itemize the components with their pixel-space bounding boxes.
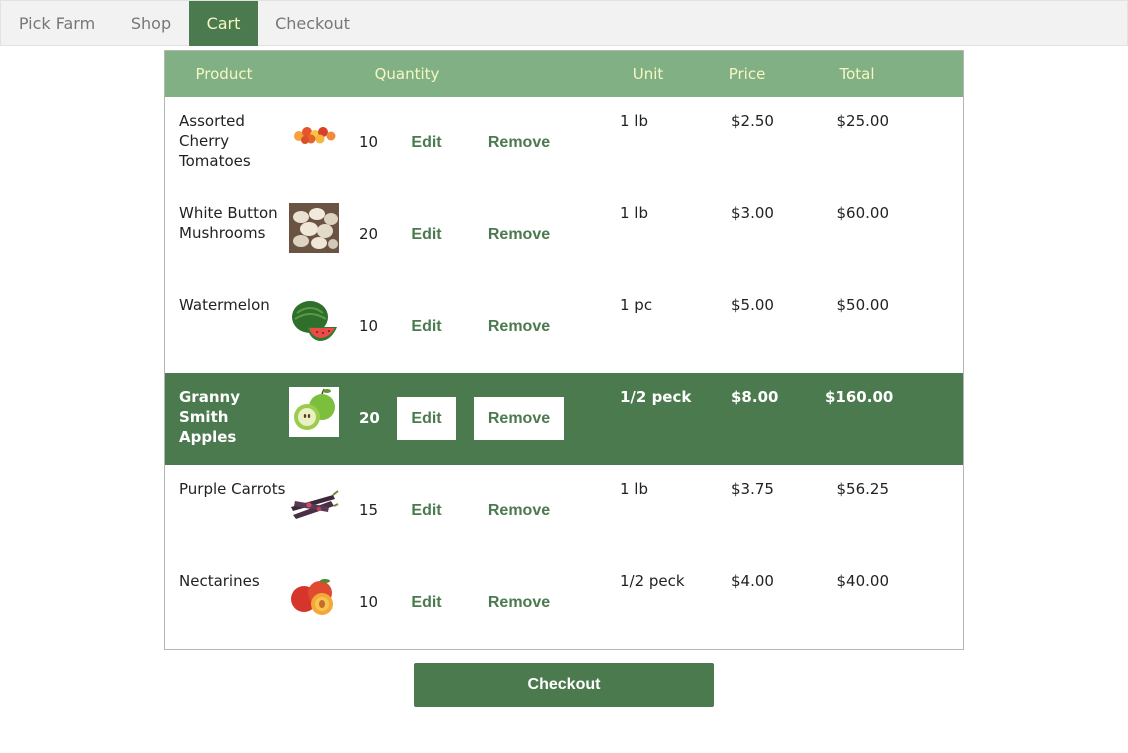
quantity-value: 20 [359,225,379,243]
table-row[interactable]: White Button Mushrooms 20 Edit Remove 1 … [165,189,963,281]
quantity-value: 10 [359,133,379,151]
total-value: $160.00 [825,388,894,406]
edit-button[interactable]: Edit [397,121,456,164]
unit-value: 1 pc [620,296,653,314]
unit-value: 1 lb [620,204,649,222]
table-row-selected[interactable]: Granny Smith Apples 20 Edit Remove 1/2 p… [165,373,963,465]
nav-shop[interactable]: Shop [113,1,189,46]
remove-button[interactable]: Remove [474,489,564,532]
quantity-value: 20 [359,409,380,427]
quantity-value: 10 [359,593,379,611]
edit-button[interactable]: Edit [397,305,456,348]
edit-button[interactable]: Edit [397,581,456,624]
total-value: $60.00 [836,204,890,222]
unit-value: 1 lb [620,112,649,130]
remove-button[interactable]: Remove [474,121,564,164]
header-price: Price [728,65,766,83]
table-row[interactable]: Purple Carrots 15 Edit Remove 1 lb $3.75… [165,465,963,557]
edit-button[interactable]: Edit [397,397,456,440]
price-value: $5.00 [731,296,774,314]
cherry-tomatoes-image [289,111,339,161]
total-value: $40.00 [836,572,890,590]
green-apples-image [289,387,339,437]
price-value: $2.50 [731,112,774,130]
remove-button[interactable]: Remove [474,213,564,256]
mushrooms-image [289,203,339,253]
product-name: Watermelon [179,296,270,314]
price-value: $8.00 [731,388,779,406]
header-unit: Unit [632,65,664,83]
unit-value: 1/2 peck [620,572,685,590]
nectarines-image [289,571,339,621]
checkout-button[interactable]: Checkout [414,663,714,707]
unit-value: 1/2 peck [620,388,692,406]
header-total: Total [839,65,875,83]
nav-cart[interactable]: Cart [189,1,258,46]
product-name: Assorted Cherry Tomatoes [179,112,251,170]
quantity-value: 10 [359,317,379,335]
remove-button[interactable]: Remove [474,305,564,348]
price-value: $3.00 [731,204,774,222]
cart-table: Product Quantity Unit Price Total Assort… [164,50,964,650]
edit-button[interactable]: Edit [397,489,456,532]
table-header: Product Quantity Unit Price Total [165,51,963,97]
product-name: Purple Carrots [179,480,286,498]
nav-checkout[interactable]: Checkout [258,1,367,46]
price-value: $4.00 [731,572,774,590]
top-nav: Pick Farm Shop Cart Checkout [0,0,1128,46]
table-row[interactable]: Watermelon 10 Edit Remove 1 pc $5.00 $50… [165,281,963,373]
price-value: $3.75 [731,480,774,498]
total-value: $25.00 [836,112,890,130]
watermelon-image [289,295,339,345]
product-name: Nectarines [179,572,260,590]
remove-button[interactable]: Remove [474,581,564,624]
table-row[interactable]: Assorted Cherry Tomatoes 10 Edit Remove … [165,97,963,189]
header-product: Product [195,65,253,83]
unit-value: 1 lb [620,480,649,498]
total-value: $50.00 [836,296,890,314]
edit-button[interactable]: Edit [397,213,456,256]
total-value: $56.25 [836,480,890,498]
nav-pick-farm[interactable]: Pick Farm [1,1,113,46]
purple-carrots-image [289,479,339,529]
quantity-value: 15 [359,501,379,519]
remove-button[interactable]: Remove [474,397,564,440]
header-quantity: Quantity [374,65,440,83]
product-name: White Button Mushrooms [179,204,278,242]
product-name: Granny Smith Apples [179,388,240,446]
table-row[interactable]: Nectarines 10 Edit Remove 1/2 peck $4.00… [165,557,963,649]
